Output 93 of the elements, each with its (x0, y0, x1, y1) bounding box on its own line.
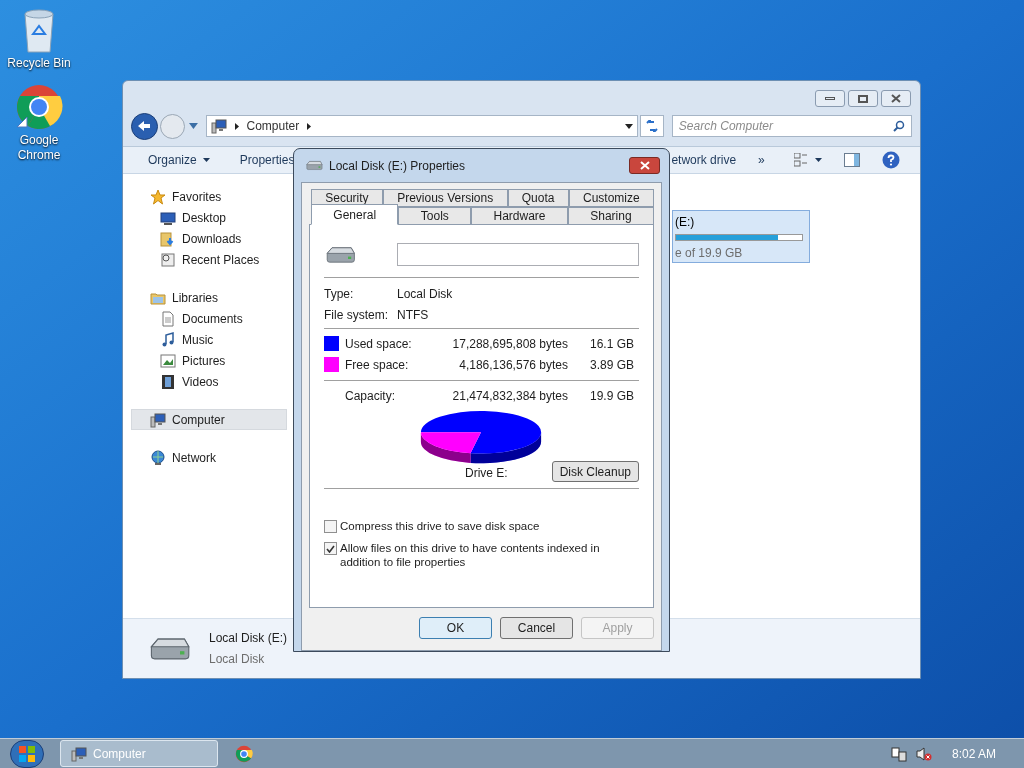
drive-label: Drive E: (465, 465, 508, 482)
property-value: Local Disk (397, 285, 453, 303)
space-label: Used space: (345, 335, 413, 353)
tab[interactable]: Customize (568, 189, 654, 207)
drive-label: (E:) (675, 214, 696, 231)
close-button[interactable] (881, 90, 911, 107)
tab[interactable]: Previous Versions (382, 189, 508, 207)
computer-icon (210, 118, 227, 134)
back-button[interactable] (131, 112, 158, 140)
details-name: Local Disk (E:) (209, 630, 288, 647)
checkbox[interactable] (324, 542, 337, 555)
checkbox-label: Allow files on this drive to have contents indexed in addition to file properties (340, 541, 601, 569)
recent-places-icon (160, 251, 176, 268)
nav-item[interactable]: Computer (131, 409, 287, 430)
close-button[interactable] (629, 157, 660, 174)
refresh-button[interactable] (640, 115, 664, 137)
name-field[interactable] (397, 243, 639, 266)
tab[interactable]: Quota (507, 189, 569, 207)
tab[interactable]: Hardware (471, 207, 568, 225)
drive-tile[interactable]: (E:) e of 19.9 GB (672, 210, 810, 263)
space-label: Free space: (345, 356, 410, 374)
minimize-button[interactable] (815, 90, 845, 107)
disk-cleanup-button[interactable]: Disk Cleanup (551, 461, 639, 482)
property-value: NTFS (397, 306, 429, 324)
close-icon (639, 161, 650, 170)
maximize-button[interactable] (848, 90, 878, 107)
desktop-icon-label[interactable]: Recycle Bin (7, 56, 71, 71)
toolbar-button[interactable]: Properties (239, 151, 295, 169)
chrome-logo-icon[interactable] (235, 744, 253, 763)
breadcrumb-arrow-icon[interactable] (307, 122, 312, 130)
monitor-icon (160, 209, 176, 226)
network-icon[interactable] (890, 745, 907, 762)
tab[interactable]: Sharing (567, 207, 654, 225)
checkbox[interactable] (324, 520, 337, 533)
breadcrumb-arrow-icon[interactable] (234, 122, 239, 130)
breadcrumb[interactable]: Computer (246, 117, 300, 135)
space-bytes: 4,186,136,576 bytes (458, 356, 568, 374)
toolbar-button[interactable]: etwork drive (671, 151, 737, 169)
drive-free-space: e of 19.9 GB (675, 245, 744, 262)
capacity-size: 19.9 GB (590, 387, 635, 405)
dialog-button[interactable]: OK (419, 617, 492, 639)
muted-speaker-icon[interactable] (915, 745, 932, 762)
preview-pane-icon[interactable] (844, 153, 860, 167)
document-icon (160, 310, 176, 327)
nav-item[interactable]: Documents (141, 308, 287, 329)
computer-icon (71, 745, 87, 762)
search-field[interactable]: Search Computer (671, 115, 912, 137)
capacity-label: Capacity: (344, 387, 397, 405)
folder-arrow-icon (160, 230, 176, 247)
windows-logo-icon (19, 745, 35, 762)
view-options-icon[interactable] (794, 153, 822, 167)
nav-item[interactable]: Videos (141, 371, 287, 392)
refresh-arrows-icon (644, 120, 659, 132)
dialog-button[interactable]: Cancel (500, 617, 573, 639)
close-icon (891, 94, 901, 103)
film-strip-icon (160, 373, 176, 390)
capacity-bytes: 21,474,832,384 bytes (451, 387, 568, 405)
chrome-logo-icon[interactable] (15, 83, 63, 131)
tab[interactable]: General (311, 204, 399, 225)
desktop-icon-label[interactable]: Google Chrome (0, 133, 78, 163)
details-type: Local Disk (209, 651, 266, 668)
nav-item[interactable]: Downloads (141, 228, 287, 249)
computer-icon (150, 411, 166, 428)
toolbar-button[interactable]: Organize (148, 151, 210, 169)
picture-frame-icon (160, 352, 176, 369)
tab[interactable]: Tools (398, 207, 472, 225)
nav-item[interactable]: Favorites (131, 186, 287, 207)
star-icon (150, 188, 166, 205)
property-label: Type: (324, 285, 355, 303)
music-note-icon (160, 331, 176, 348)
dialog-title: Local Disk (E:) Properties (329, 157, 466, 175)
nav-item[interactable]: Network (131, 447, 287, 468)
nav-item[interactable]: Music (141, 329, 287, 350)
hard-drive-icon (305, 160, 323, 171)
dropdown-caret-icon[interactable] (625, 123, 634, 129)
nav-item[interactable]: Desktop (141, 207, 287, 228)
property-label: File system: (324, 306, 389, 324)
address-bar[interactable]: Computer (205, 115, 639, 137)
caret-icon (202, 158, 210, 162)
start-button[interactable] (10, 739, 44, 768)
hard-drive-icon (324, 244, 356, 265)
search-icon (893, 120, 905, 132)
network-globe-icon (150, 449, 166, 466)
help-icon[interactable] (882, 151, 900, 169)
space-size: 16.1 GB (590, 335, 635, 353)
nav-item[interactable]: Pictures (141, 350, 287, 371)
more-button[interactable]: » (758, 151, 765, 169)
space-bytes: 17,288,695,808 bytes (451, 335, 568, 353)
nav-item[interactable]: Recent Places (141, 249, 287, 270)
space-size: 3.89 GB (590, 356, 635, 374)
nav-item[interactable]: Libraries (131, 287, 287, 308)
left-arrow-icon (137, 120, 152, 132)
checkbox-label: Compress this drive to save disk space (340, 519, 541, 533)
